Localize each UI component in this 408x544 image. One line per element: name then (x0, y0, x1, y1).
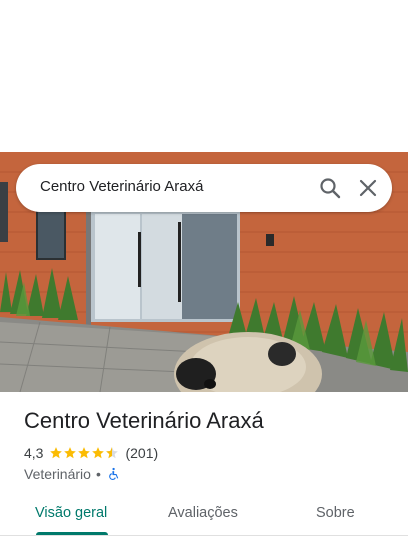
search-bar[interactable]: Centro Veterinário Araxá (16, 164, 392, 212)
tab-reviews[interactable]: Avaliações (168, 505, 238, 521)
star-half-icon (106, 447, 119, 459)
tabs-divider (0, 535, 408, 536)
review-count[interactable]: (201) (125, 445, 158, 461)
tab-overview[interactable]: Visão geral (35, 505, 107, 521)
blank-header-area (0, 0, 408, 152)
star-full-icon (64, 447, 77, 459)
star-full-icon (92, 447, 105, 459)
place-title: Centro Veterinário Araxá (24, 408, 264, 433)
rating-row[interactable]: 4,3 (201) (24, 444, 158, 462)
star-full-icon (50, 447, 63, 459)
search-icon[interactable] (318, 176, 342, 200)
tab-bar: Visão geral Avaliações Sobre (0, 492, 408, 544)
place-category[interactable]: Veterinário (24, 466, 91, 482)
separator-dot: • (95, 466, 101, 482)
star-rating (49, 446, 119, 460)
search-input[interactable]: Centro Veterinário Araxá (40, 178, 203, 195)
rating-value: 4,3 (24, 445, 44, 461)
star-full-icon (78, 447, 91, 459)
close-icon[interactable] (356, 176, 380, 200)
wheelchair-icon (108, 467, 119, 480)
tab-about[interactable]: Sobre (316, 505, 355, 521)
category-row: Veterinário • (24, 465, 120, 483)
